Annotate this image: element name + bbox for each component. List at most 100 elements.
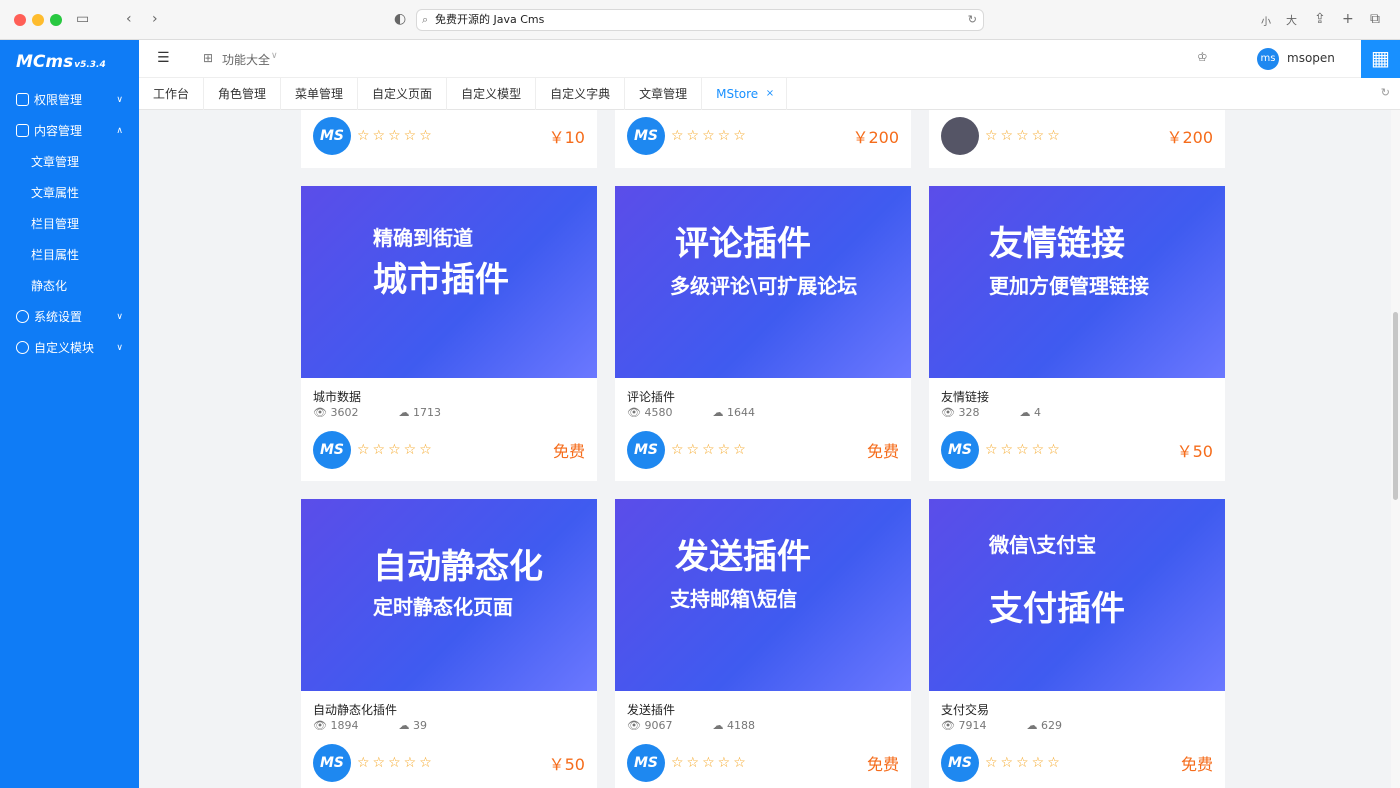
price: ￥200 xyxy=(852,128,899,147)
plugin-banner[interactable]: 发送插件 支持邮箱\短信 xyxy=(615,499,911,691)
rating-stars[interactable]: ☆☆☆☆☆ xyxy=(357,442,435,458)
tab-custom-page[interactable]: 自定义页面 xyxy=(358,78,448,110)
rating-stars[interactable]: ☆☆☆☆☆ xyxy=(357,755,435,771)
plugin-card[interactable]: 精确到街道 城市插件 城市数据 👁 3602 ☁ 1713 MS ☆☆☆☆☆ 免费 xyxy=(301,186,597,481)
plugin-card-partial[interactable]: MS ☆☆☆☆☆ ￥200 xyxy=(615,110,911,168)
banner-line2: 支持邮箱\短信 xyxy=(670,587,798,611)
url-text: 免费开源的 Java Cms xyxy=(435,13,545,26)
close-window-button[interactable] xyxy=(14,14,26,26)
minimize-window-button[interactable] xyxy=(32,14,44,26)
chevron-down-icon: ∨ xyxy=(271,51,278,61)
new-tab-icon[interactable]: + xyxy=(1342,11,1354,27)
sidebar-item-content[interactable]: 内容管理 ∧ xyxy=(0,115,139,146)
banner-line2: 多级评论\可扩展论坛 xyxy=(670,274,858,298)
rating-stars[interactable]: ☆☆☆☆☆ xyxy=(357,128,435,144)
plugin-banner[interactable]: 精确到街道 城市插件 xyxy=(301,186,597,378)
theme-icon[interactable]: ♔ xyxy=(1197,50,1208,64)
plugin-banner[interactable]: 友情链接 更加方便管理链接 xyxy=(929,186,1225,378)
plugin-banner[interactable]: 微信\支付宝 支付插件 xyxy=(929,499,1225,691)
app-logo[interactable]: MCms v5.3.4 xyxy=(0,40,139,84)
rating-stars[interactable]: ☆☆☆☆☆ xyxy=(671,755,749,771)
sidebar-sub-column-attrs[interactable]: 栏目属性 xyxy=(0,239,139,270)
tab-articles[interactable]: 文章管理 xyxy=(625,78,703,110)
font-large-button[interactable]: 大 xyxy=(1286,12,1297,28)
rating-stars[interactable]: ☆☆☆☆☆ xyxy=(985,442,1063,458)
share-icon[interactable]: ⇪ xyxy=(1314,11,1326,27)
rating-stars[interactable]: ☆☆☆☆☆ xyxy=(671,442,749,458)
refresh-icon[interactable]: ↻ xyxy=(1381,86,1390,99)
plugin-card[interactable]: 友情链接 更加方便管理链接 友情链接 👁 328 ☁ 4 MS ☆☆☆☆☆ ￥50 xyxy=(929,186,1225,481)
tabs-overview-icon[interactable]: ⧉ xyxy=(1370,11,1380,27)
tab-mstore[interactable]: MStore × xyxy=(702,78,788,110)
tab-custom-dict[interactable]: 自定义字典 xyxy=(536,78,626,110)
rating-stars[interactable]: ☆☆☆☆☆ xyxy=(671,128,749,144)
username[interactable]: msopen xyxy=(1287,51,1335,65)
sidebar-item-custom[interactable]: 自定义模块 ∨ xyxy=(0,332,139,363)
avatar[interactable]: ms xyxy=(1257,48,1279,70)
rating-stars[interactable]: ☆☆☆☆☆ xyxy=(985,128,1063,144)
downloads-value: 1713 xyxy=(412,406,441,419)
close-icon[interactable]: × xyxy=(766,78,774,110)
scrollbar-thumb[interactable] xyxy=(1393,312,1398,500)
price: 免费 xyxy=(552,442,585,461)
downloads-count: ☁ 629 xyxy=(1026,719,1062,732)
banner-line1: 评论插件 xyxy=(675,224,811,264)
banner-line1: 友情链接 xyxy=(989,224,1125,264)
reload-icon[interactable]: ↻ xyxy=(968,10,977,30)
views-value: 9067 xyxy=(644,719,673,732)
collapse-menu-icon[interactable]: ☰ xyxy=(157,50,170,66)
plugin-title[interactable]: 支付交易 xyxy=(941,701,1213,719)
views-count: 👁 9067 xyxy=(627,719,673,732)
tab-menus[interactable]: 菜单管理 xyxy=(281,78,359,110)
downloads-value: 1644 xyxy=(726,406,755,419)
downloads-count: ☁ 1644 xyxy=(712,406,755,419)
plugin-title[interactable]: 评论插件 xyxy=(627,388,899,406)
ms-logo-icon: MS xyxy=(313,117,351,155)
downloads-count: ☁ 4 xyxy=(1019,406,1041,419)
feature-menu[interactable]: 功能大全 xyxy=(222,51,270,68)
address-bar[interactable]: ⌕ 免费开源的 Java Cms ↻ xyxy=(416,9,984,31)
forward-icon[interactable]: › xyxy=(152,11,158,27)
sidebar-sub-columns[interactable]: 栏目管理 xyxy=(0,208,139,239)
plugin-card[interactable]: 自动静态化 定时静态化页面 自动静态化插件 👁 1894 ☁ 39 MS ☆☆☆☆☆… xyxy=(301,499,597,788)
sidebar-sub-articles[interactable]: 文章管理 xyxy=(0,146,139,177)
sidebar-item-system[interactable]: 系统设置 ∨ xyxy=(0,301,139,332)
nav-label: 系统设置 xyxy=(34,310,83,324)
maximize-window-button[interactable] xyxy=(50,14,62,26)
back-icon[interactable]: ‹ xyxy=(126,11,132,27)
ms-logo-icon: MS xyxy=(627,744,665,782)
tab-roles[interactable]: 角色管理 xyxy=(204,78,282,110)
tab-workbench[interactable]: 工作台 xyxy=(139,78,205,110)
plugin-card-partial[interactable]: ☆☆☆☆☆ ￥200 xyxy=(929,110,1225,168)
banner-line1: 微信\支付宝 xyxy=(989,533,1097,557)
nav-label: 自定义模块 xyxy=(34,341,95,355)
banner-line1: 精确到街道 xyxy=(373,226,473,250)
mstore-grid: MS ☆☆☆☆☆ ￥10 MS ☆☆☆☆☆ ￥200 ☆☆☆☆☆ ￥200 精确到街道 城… xyxy=(139,110,1389,788)
downloads-count: ☁ 39 xyxy=(398,719,427,732)
plugin-card-partial[interactable]: MS ☆☆☆☆☆ ￥10 xyxy=(301,110,597,168)
tab-custom-model[interactable]: 自定义模型 xyxy=(447,78,537,110)
plugin-card[interactable]: 微信\支付宝 支付插件 支付交易 👁 7914 ☁ 629 MS ☆☆☆☆☆ 免费 xyxy=(929,499,1225,788)
plugin-title[interactable]: 自动静态化插件 xyxy=(313,701,585,719)
plugin-title[interactable]: 友情链接 xyxy=(941,388,1213,406)
plugin-card[interactable]: 发送插件 支持邮箱\短信 发送插件 👁 9067 ☁ 4188 MS ☆☆☆☆☆ 免费 xyxy=(615,499,911,788)
price: 免费 xyxy=(866,755,899,774)
sidebar: MCms v5.3.4 权限管理 ∨ 内容管理 ∧ 文章管理 文章属性 栏目管理 栏目… xyxy=(0,40,139,788)
sidebar-item-permissions[interactable]: 权限管理 ∨ xyxy=(0,84,139,115)
views-value: 7914 xyxy=(958,719,987,732)
sidebar-toggle-icon[interactable]: ▭ xyxy=(76,11,89,27)
tab-label: MStore xyxy=(716,87,759,101)
plugin-banner[interactable]: 评论插件 多级评论\可扩展论坛 xyxy=(615,186,911,378)
plugin-title[interactable]: 城市数据 xyxy=(313,388,585,406)
plugin-title[interactable]: 发送插件 xyxy=(627,701,899,719)
layers-icon xyxy=(16,124,29,137)
sidebar-sub-article-attrs[interactable]: 文章属性 xyxy=(0,177,139,208)
plugin-banner[interactable]: 自动静态化 定时静态化页面 xyxy=(301,499,597,691)
top-header: ☰ ⊞ 功能大全 ∨ ♔ ms msopen ▦ xyxy=(139,40,1400,78)
apps-grid-button[interactable]: ▦ xyxy=(1361,40,1400,78)
sidebar-sub-static[interactable]: 静态化 xyxy=(0,270,139,301)
plugin-card[interactable]: 评论插件 多级评论\可扩展论坛 评论插件 👁 4580 ☁ 1644 MS ☆☆☆☆… xyxy=(615,186,911,481)
rating-stars[interactable]: ☆☆☆☆☆ xyxy=(985,755,1063,771)
font-small-button[interactable]: 小 xyxy=(1261,13,1271,28)
price: ￥50 xyxy=(1176,442,1213,461)
